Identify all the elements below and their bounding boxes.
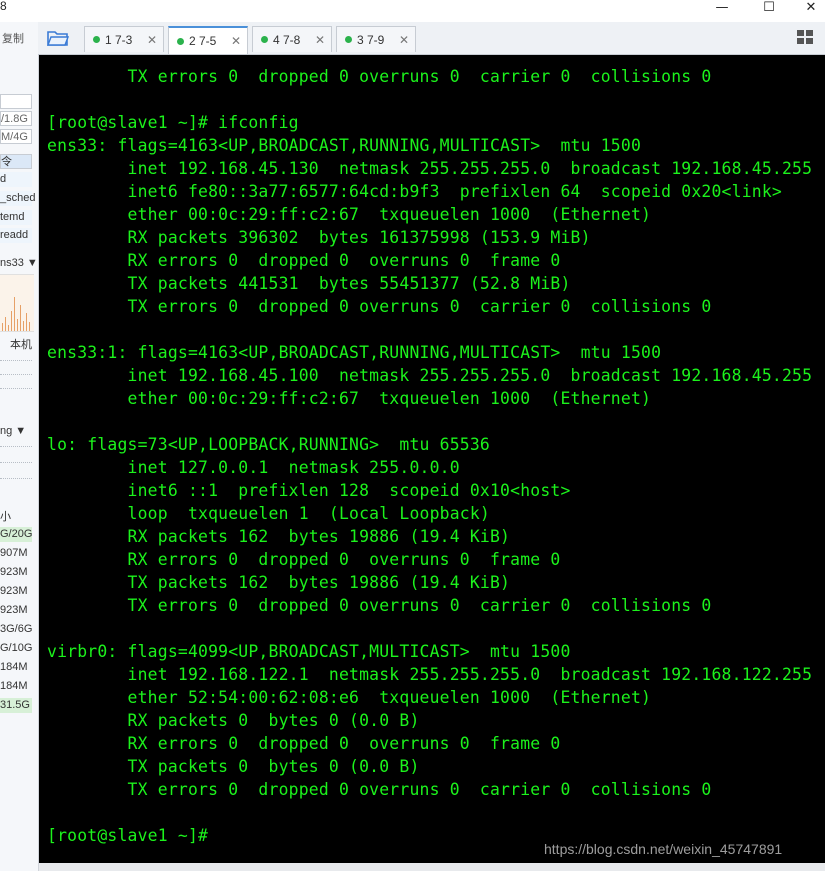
process-header: 令 [0, 154, 32, 169]
local-label: 本机 [10, 339, 32, 351]
terminal-line: TX errors 0 dropped 0 overruns 0 carrier… [47, 780, 712, 799]
terminal-line: ens33: flags=4163<UP,BROADCAST,RUNNING,M… [47, 136, 642, 155]
terminal-line: [root@slave1 ~]# ifconfig [47, 113, 299, 132]
terminal-line: ens33:1: flags=4163<UP,BROADCAST,RUNNING… [47, 343, 662, 362]
tab-session-1[interactable]: 1 7-3 ✕ [84, 26, 164, 52]
terminal-line: TX errors 0 dropped 0 overruns 0 carrier… [47, 67, 712, 86]
grid-layout-icon[interactable] [797, 30, 815, 46]
ping-selector[interactable]: ng ▼ [0, 424, 26, 438]
terminal-line: TX packets 441531 bytes 55451377 (52.8 M… [47, 274, 571, 293]
terminal-line: TX errors 0 dropped 0 overruns 0 carrier… [47, 596, 712, 615]
terminal-line: RX errors 0 dropped 0 overruns 0 frame 0 [47, 550, 561, 569]
terminal-line: TX errors 0 dropped 0 overruns 0 carrier… [47, 297, 712, 316]
disk-row: 184M [0, 680, 28, 692]
disk-row: G/10G [0, 642, 33, 654]
copy-button[interactable]: 复制 [2, 32, 24, 46]
watermark: https://blog.csdn.net/weixin_45747891 [544, 841, 783, 857]
process-item[interactable]: readd [0, 228, 32, 243]
terminal-line: ether 00:0c:29:ff:c2:67 txqueuelen 1000 … [47, 205, 652, 224]
disk-row: 184M [0, 661, 28, 673]
terminal-line: inet 192.168.45.130 netmask 255.255.255.… [47, 159, 813, 178]
tab-label: 4 7-8 [273, 32, 301, 47]
terminal-line: RX packets 0 bytes 0 (0.0 B) [47, 711, 420, 730]
close-tab-icon[interactable]: ✕ [315, 33, 325, 47]
disk-size-header: 小 [0, 511, 11, 523]
terminal-line: RX packets 162 bytes 19886 (19.4 KiB) [47, 527, 511, 546]
tab-label: 1 7-3 [105, 32, 133, 47]
memory-field: /1.8G [0, 111, 32, 126]
terminal-line: inet6 ::1 prefixlen 128 scopeid 0x10<hos… [47, 481, 571, 500]
disk-row: 923M [0, 566, 28, 578]
window-title-bar: 8 — ☐ ✕ [0, 0, 825, 22]
disk-row: 923M [0, 604, 28, 616]
process-item[interactable]: temd [0, 210, 32, 225]
status-bar [39, 863, 825, 871]
close-tab-icon[interactable]: ✕ [147, 33, 157, 47]
terminal-line: ether 00:0c:29:ff:c2:67 txqueuelen 1000 … [47, 389, 652, 408]
terminal-line: RX errors 0 dropped 0 overruns 0 frame 0 [47, 251, 561, 270]
minimize-button[interactable]: — [708, 0, 736, 15]
tab-session-2[interactable]: 2 7-5 ✕ [168, 26, 248, 54]
status-dot-icon [93, 36, 100, 43]
disk-row: 923M [0, 585, 28, 597]
disk-row: 3G/6G [0, 623, 33, 635]
status-dot-icon [345, 36, 352, 43]
folder-icon[interactable] [46, 27, 70, 49]
tab-session-3[interactable]: 4 7-8 ✕ [252, 26, 332, 52]
status-dot-icon [177, 37, 184, 45]
terminal-line: TX packets 0 bytes 0 (0.0 B) [47, 757, 420, 776]
terminal-line: ether 52:54:00:62:08:e6 txqueuelen 1000 … [47, 688, 652, 707]
terminal-line: inet6 fe80::3a77:6577:64cd:b9f3 prefixle… [47, 182, 782, 201]
tab-label: 2 7-5 [189, 34, 217, 48]
side-panel: 复制 /1.8G M/4G 令 d _sched temd readd ns33… [0, 22, 39, 871]
terminal-line: loop txqueuelen 1 (Local Loopback) [47, 504, 490, 523]
terminal-line: lo: flags=73<UP,LOOPBACK,RUNNING> mtu 65… [47, 435, 490, 454]
terminal-line: TX packets 162 bytes 19886 (19.4 KiB) [47, 573, 511, 592]
disk-row: 31.5G [0, 698, 32, 713]
tab-label: 3 7-9 [357, 32, 385, 47]
close-tab-icon[interactable]: ✕ [231, 34, 241, 48]
close-window-button[interactable]: ✕ [797, 0, 825, 15]
close-tab-icon[interactable]: ✕ [399, 33, 409, 47]
window-title: 8 [0, 0, 7, 13]
terminal-prompt: [root@slave1 ~]# [47, 826, 209, 845]
terminal-line: inet 127.0.0.1 netmask 255.0.0.0 [47, 458, 460, 477]
terminal-line: inet 192.168.122.1 netmask 255.255.255.0… [47, 665, 813, 684]
empty-field [0, 94, 32, 109]
swap-field: M/4G [0, 129, 32, 144]
disk-row: G/20G [0, 527, 33, 542]
terminal-line: RX errors 0 dropped 0 overruns 0 frame 0 [47, 734, 561, 753]
process-item[interactable]: d [0, 172, 32, 187]
terminal-output[interactable]: TX errors 0 dropped 0 overruns 0 carrier… [39, 55, 825, 871]
terminal-line: virbr0: flags=4099<UP,BROADCAST,MULTICAS… [47, 642, 571, 661]
process-item[interactable]: _sched [0, 191, 35, 206]
status-dot-icon [261, 36, 268, 43]
maximize-button[interactable]: ☐ [755, 0, 783, 15]
disk-row: 907M [0, 547, 28, 559]
session-tab-bar: 1 7-3 ✕ 2 7-5 ✕ 4 7-8 ✕ 3 7-9 ✕ [38, 22, 825, 55]
terminal-line: inet 192.168.45.100 netmask 255.255.255.… [47, 366, 813, 385]
tab-session-4[interactable]: 3 7-9 ✕ [336, 26, 416, 52]
interface-selector[interactable]: ns33 ▼ [0, 256, 38, 270]
network-chart [0, 274, 34, 332]
terminal-line: RX packets 396302 bytes 161375998 (153.9… [47, 228, 591, 247]
